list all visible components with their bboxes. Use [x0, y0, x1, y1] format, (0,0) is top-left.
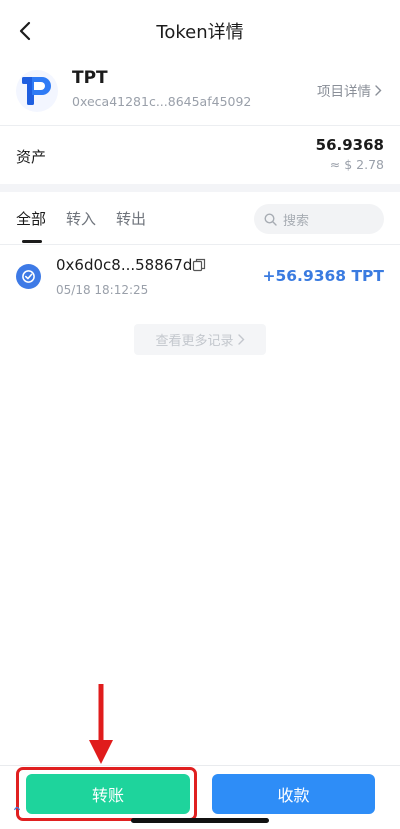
search-icon — [264, 212, 277, 226]
transaction-amount: +56.9368 TPT — [262, 267, 385, 285]
project-detail-label: 项目详情 — [317, 84, 371, 100]
asset-usd-value: ≈ $ 2.78 — [329, 157, 384, 172]
check-circle-icon — [16, 264, 41, 289]
token-contract-address: 0xeca41281c...8645af45092 — [72, 94, 252, 109]
search-placeholder: 搜索 — [283, 213, 310, 229]
view-more-records-label: 查看更多记录 — [155, 334, 234, 349]
asset-label: 资产 — [16, 148, 47, 166]
bottom-bar-divider — [0, 765, 400, 766]
chevron-right-icon — [375, 84, 382, 96]
header: Token详情 — [0, 0, 400, 62]
scroll-hint-icon — [14, 806, 20, 811]
tab-transfer-in[interactable]: 转入 — [66, 208, 96, 229]
copy-icon[interactable] — [192, 258, 206, 272]
tpt-logo-icon — [16, 70, 58, 112]
project-detail-link[interactable]: 项目详情 — [317, 80, 382, 100]
asset-row: 资产 56.9368 ≈ $ 2.78 — [0, 126, 400, 184]
token-info-row[interactable]: TPT 0xeca41281c...8645af45092 项目详情 — [0, 62, 400, 124]
token-symbol: TPT — [72, 68, 108, 88]
search-input[interactable]: 搜索 — [254, 204, 384, 234]
tab-all[interactable]: 全部 — [16, 208, 46, 229]
transaction-row[interactable]: 0x6d0c8...58867d 05/18 18:12:25 +56.9368… — [0, 245, 400, 307]
section-divider — [0, 184, 400, 192]
transaction-time: 05/18 18:12:25 — [56, 283, 149, 297]
red-arrow-icon — [89, 684, 113, 764]
view-more-records-button[interactable]: 查看更多记录 — [134, 324, 266, 355]
tabs-row: 全部 转入 转出 搜索 — [0, 192, 400, 244]
transaction-hash: 0x6d0c8...58867d — [56, 256, 193, 274]
asset-amount: 56.9368 — [315, 136, 384, 154]
active-tab-indicator — [22, 240, 42, 243]
page-title: Token详情 — [156, 22, 244, 43]
home-indicator — [131, 818, 269, 823]
receive-button[interactable]: 收款 — [212, 774, 375, 814]
chevron-right-icon — [237, 334, 244, 345]
tab-transfer-out[interactable]: 转出 — [116, 208, 146, 229]
transfer-highlight-box — [16, 767, 197, 821]
